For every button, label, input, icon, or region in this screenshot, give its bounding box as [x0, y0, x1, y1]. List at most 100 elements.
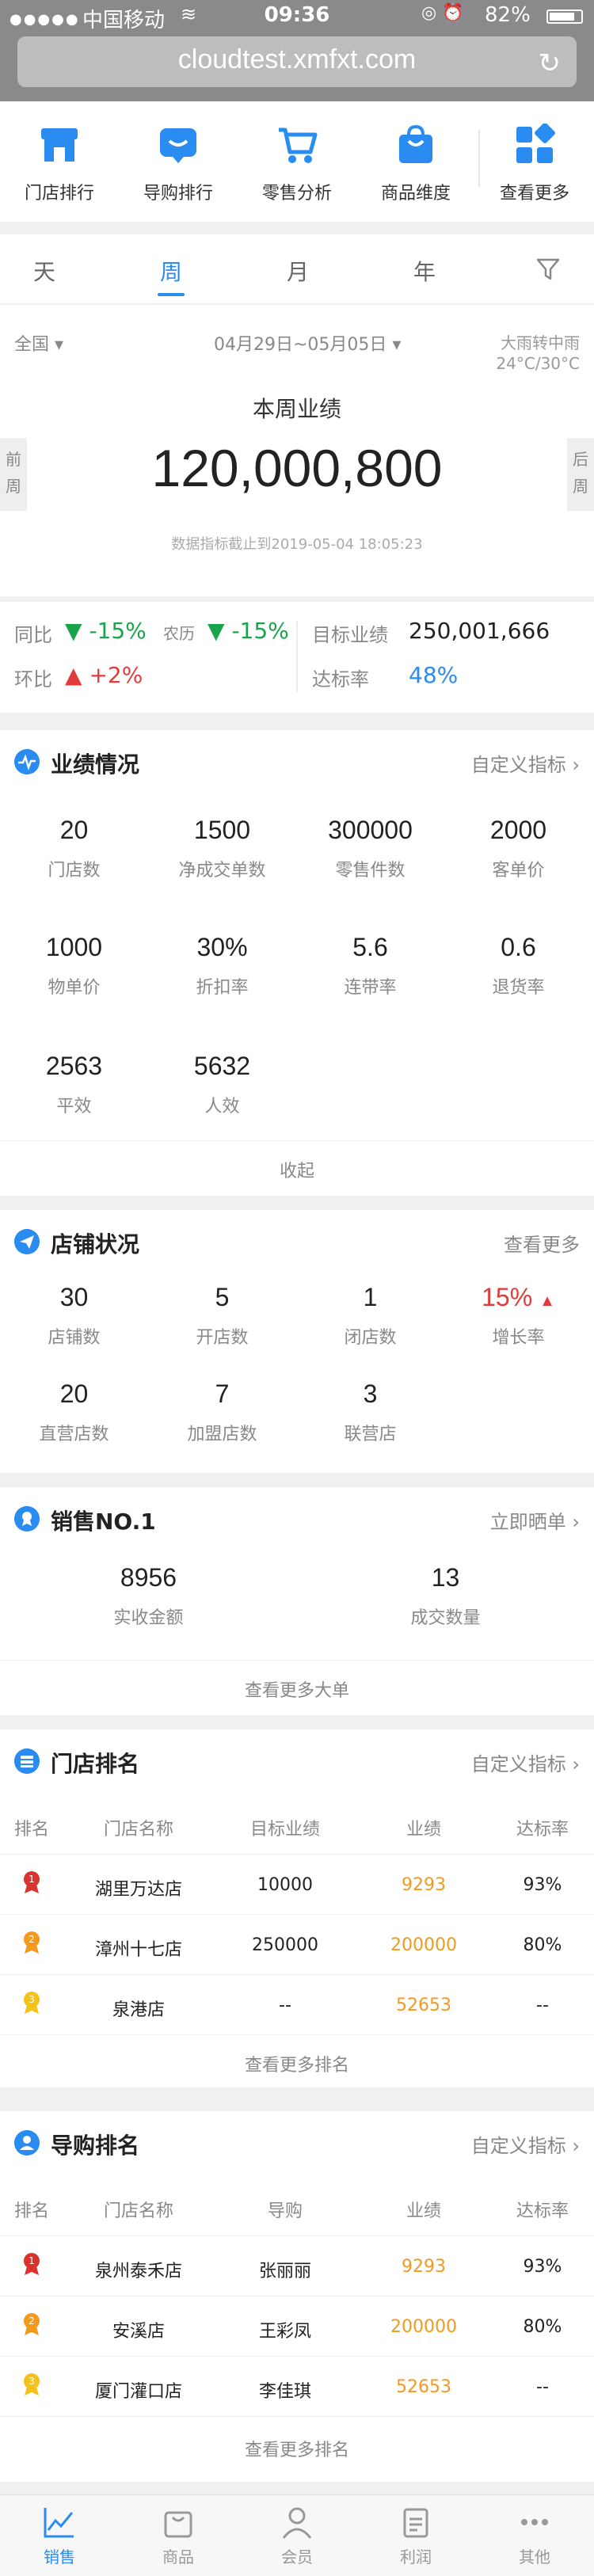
- metric-item: 15% ▲ 增长率: [444, 1283, 592, 1349]
- chevron-right-icon: ›: [572, 754, 580, 776]
- tab-products[interactable]: 商品: [119, 2495, 238, 2576]
- comparison-panel: 同比 ▼ -15% 农历 ▼ -15% 环比 ▲ +2% 目标业绩 250,00…: [0, 602, 594, 713]
- active-tab-indicator: [158, 293, 185, 296]
- custom-metrics-label: 自定义指标: [470, 2135, 566, 2157]
- rank-2-medal-icon: 2: [0, 1931, 63, 1959]
- custom-metrics-link[interactable]: 自定义指标 ›: [471, 2130, 580, 2158]
- lunar-label: 农历: [163, 624, 195, 643]
- metric-value: 30%: [196, 933, 248, 961]
- target-value: 250,001,666: [409, 618, 550, 644]
- pulse-icon: [14, 749, 40, 774]
- rate-value: 48%: [409, 662, 459, 688]
- growth-value-text: 15%: [482, 1283, 533, 1311]
- tab-year[interactable]: 年: [393, 255, 456, 287]
- metric-value: 5632: [193, 1052, 251, 1080]
- filter-icon[interactable]: [535, 257, 561, 282]
- metric-item: 1 闭店数: [296, 1283, 444, 1349]
- tab-other[interactable]: 其他: [475, 2495, 594, 2576]
- metric-value: 300000: [328, 816, 413, 844]
- metric-value: 2000: [489, 816, 547, 844]
- region-label: 全国: [14, 335, 50, 355]
- metric-label: 净成交单数: [178, 861, 266, 881]
- metric-label: 连带率: [344, 978, 397, 998]
- metric-label: 实收金额: [113, 1608, 184, 1628]
- tab-sales[interactable]: 销售: [0, 2495, 119, 2576]
- guide-name: 李佳琪: [258, 2382, 311, 2402]
- tab-week[interactable]: 周: [139, 255, 203, 287]
- battery-level: [550, 13, 574, 21]
- chevron-right-icon: ›: [572, 1511, 580, 1533]
- guide-ranking-card: 导购排名 自定义指标 › 排名 门店名称 导购 业绩 达标率 1 泉州泰禾店 张…: [0, 2111, 594, 2482]
- store-status-card: 店铺状况 查看更多 30 店铺数 5 开店数 1 闭店数 15% ▲ 增长率 20 直营店…: [0, 1210, 594, 1473]
- medal-icon: 1: [24, 1871, 40, 1893]
- yoy-label: 同比: [14, 624, 52, 646]
- table-row[interactable]: 1 湖里万达店 10000 9293 93%: [0, 1855, 594, 1915]
- rank-3-medal-icon: 3: [0, 2372, 63, 2401]
- date-range-select[interactable]: 04月29日~05月05日 ▾: [214, 330, 401, 356]
- region-select[interactable]: 全国 ▾: [14, 330, 63, 356]
- medal-icon: 3: [24, 1992, 40, 2014]
- bag-icon: [164, 2511, 192, 2538]
- guide-name: 王彩凤: [258, 2322, 311, 2342]
- period-tabs: 天 周 月 年: [0, 234, 594, 304]
- sales-top-header: 销售NO.1 立即晒单 ›: [0, 1487, 594, 1552]
- reload-icon[interactable]: ↻: [539, 48, 562, 79]
- metric-item: 1000 物单价: [0, 933, 148, 999]
- tab-profit[interactable]: 利润: [356, 2495, 475, 2576]
- comparison-divider: [296, 621, 298, 692]
- arrow-up-icon: ▲: [539, 1292, 555, 1310]
- target-value: 250000: [252, 1935, 318, 1955]
- custom-metrics-link[interactable]: 自定义指标 ›: [471, 749, 580, 777]
- target-value: 10000: [257, 1875, 313, 1895]
- rank-2-medal-icon: 2: [0, 2312, 63, 2341]
- svg-text:1: 1: [29, 1874, 35, 1885]
- arrow-down-icon: ▼: [208, 618, 225, 644]
- share-now-link[interactable]: 立即晒单 ›: [490, 1506, 580, 1534]
- table-row[interactable]: 3 厦门灌口店 李佳琪 52653 --: [0, 2357, 594, 2417]
- tab-members[interactable]: 会员: [238, 2495, 356, 2576]
- view-more-ranking-button[interactable]: 查看更多排名: [0, 2035, 594, 2091]
- grid-icon: [516, 124, 555, 163]
- table-row[interactable]: 1 泉州泰禾店 张丽丽 9293 93%: [0, 2236, 594, 2296]
- medal-icon: 3: [24, 2373, 40, 2395]
- lunar-value-text: -15%: [231, 618, 289, 644]
- metric-value: 8956: [120, 1563, 177, 1592]
- metric-label: 店铺数: [48, 1328, 101, 1348]
- rate-value: --: [536, 2377, 549, 2397]
- medal-icon: 2: [24, 2313, 40, 2335]
- table-row[interactable]: 3 泉港店 -- 52653 --: [0, 1975, 594, 2035]
- view-more-ranking-button[interactable]: 查看更多排名: [0, 2420, 594, 2475]
- tab-month[interactable]: 月: [266, 255, 329, 287]
- metric-item: 1500 净成交单数: [148, 816, 296, 881]
- medal-icon: 2: [24, 1931, 40, 1954]
- user-icon: [282, 2507, 312, 2539]
- arrow-up-icon: ▲: [65, 662, 82, 688]
- table-row[interactable]: 2 安溪店 王彩凤 200000 80%: [0, 2296, 594, 2357]
- view-more-orders-button[interactable]: 查看更多大单: [0, 1660, 594, 1715]
- quick-nav-store-ranking[interactable]: 门店排行: [0, 101, 119, 222]
- status-bar: ●●●●● 中国移动 ≋ 09:36 ◎ ⏰ 82%: [0, 0, 594, 32]
- metric-item: 30 店铺数: [0, 1283, 148, 1349]
- store-icon: [41, 128, 78, 162]
- chart-icon: [44, 2508, 74, 2538]
- table-row[interactable]: 2 漳州十七店 250000 200000 80%: [0, 1915, 594, 1975]
- quick-nav-guide-ranking[interactable]: 导购排行: [119, 101, 238, 222]
- column-header: 达标率: [516, 1820, 569, 1840]
- summary-title: 本周业绩: [252, 396, 341, 422]
- collapse-button[interactable]: 收起: [0, 1140, 594, 1196]
- tab-day[interactable]: 天: [13, 255, 76, 287]
- guide-ranking-header: 导购排名 自定义指标 ›: [0, 2111, 594, 2176]
- bag-icon: [399, 124, 432, 163]
- custom-metrics-link[interactable]: 自定义指标 ›: [471, 1748, 580, 1776]
- quick-nav-product-dimension[interactable]: 商品维度: [356, 101, 475, 222]
- store-ranking-title: 门店排名: [51, 1751, 140, 1777]
- metric-item: 2000 客单价: [444, 816, 592, 881]
- quick-nav-more[interactable]: 查看更多: [475, 101, 594, 222]
- column-header: 目标业绩: [249, 1820, 320, 1840]
- performance-value: 9293: [402, 1875, 446, 1895]
- chat-icon: [160, 128, 196, 163]
- address-bar[interactable]: cloudtest.xmfxt.com ↻: [17, 36, 577, 87]
- quick-nav-retail-analysis[interactable]: 零售分析: [238, 101, 356, 222]
- medal-icon: 1: [24, 2253, 40, 2275]
- view-more-link[interactable]: 查看更多: [504, 1229, 580, 1257]
